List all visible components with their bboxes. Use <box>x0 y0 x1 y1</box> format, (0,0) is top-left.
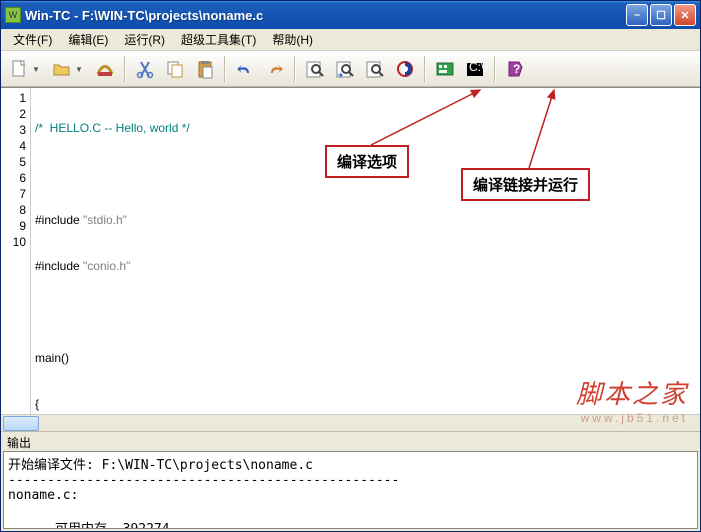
line-gutter: 1 2 3 4 5 6 7 8 9 10 <box>1 88 31 414</box>
findnext-button[interactable] <box>331 55 359 83</box>
cut-button[interactable] <box>131 55 159 83</box>
window-title: Win-TC - F:\WIN-TC\projects\noname.c <box>25 8 626 23</box>
output-panel[interactable]: 开始编译文件: F:\WIN-TC\projects\noname.c ----… <box>3 451 698 529</box>
line-number: 9 <box>1 218 26 234</box>
close-button[interactable]: ✕ <box>674 4 696 26</box>
line-number: 2 <box>1 106 26 122</box>
code-text: "conio.h" <box>83 259 130 273</box>
compile-run-button[interactable]: C:\ <box>461 55 489 83</box>
maximize-button[interactable]: ☐ <box>650 4 672 26</box>
svg-text:?: ? <box>513 62 520 76</box>
line-number: 6 <box>1 170 26 186</box>
editor-area: 1 2 3 4 5 6 7 8 9 10 /* HELLO.C -- Hello… <box>1 87 700 414</box>
undo-button[interactable] <box>231 55 259 83</box>
line-number: 3 <box>1 122 26 138</box>
title-bar[interactable]: W Win-TC - F:\WIN-TC\projects\noname.c –… <box>1 1 700 29</box>
separator <box>124 56 126 82</box>
app-window: W Win-TC - F:\WIN-TC\projects\noname.c –… <box>0 0 701 532</box>
scrollbar-thumb[interactable] <box>3 416 39 431</box>
asm-button[interactable] <box>431 55 459 83</box>
code-text: #include <box>35 213 83 227</box>
separator <box>494 56 496 82</box>
help-button[interactable]: ? <box>501 55 529 83</box>
code-text: #include <box>35 259 83 273</box>
line-number: 8 <box>1 202 26 218</box>
paste-button[interactable] <box>191 55 219 83</box>
separator <box>224 56 226 82</box>
separator <box>424 56 426 82</box>
menu-run[interactable]: 运行(R) <box>116 29 173 50</box>
code-text: /* HELLO.C -- Hello, world */ <box>35 121 190 135</box>
svg-text:C:\: C:\ <box>469 60 485 74</box>
line-number: 10 <box>1 234 26 250</box>
separator <box>294 56 296 82</box>
code-text: main() <box>35 351 69 365</box>
new-button[interactable] <box>5 55 33 83</box>
save-button[interactable] <box>91 55 119 83</box>
code-editor[interactable]: /* HELLO.C -- Hello, world */ #include "… <box>31 88 700 414</box>
menu-edit[interactable]: 编辑(E) <box>60 29 116 50</box>
dropdown-icon[interactable]: ▼ <box>32 65 42 74</box>
dropdown-icon[interactable]: ▼ <box>75 65 85 74</box>
callout-compile-options: 编译选项 <box>325 145 409 178</box>
line-number: 1 <box>1 90 26 106</box>
line-number: 5 <box>1 154 26 170</box>
line-number: 4 <box>1 138 26 154</box>
minimize-button[interactable]: – <box>626 4 648 26</box>
copy-button[interactable] <box>161 55 189 83</box>
menu-bar: 文件(F) 编辑(E) 运行(R) 超级工具集(T) 帮助(H) <box>1 29 700 51</box>
toolbar: ▼ ▼ C:\ ? <box>1 51 700 87</box>
line-number: 7 <box>1 186 26 202</box>
menu-file[interactable]: 文件(F) <box>5 29 60 50</box>
open-button[interactable] <box>48 55 76 83</box>
compile-options-button[interactable] <box>391 55 419 83</box>
app-icon: W <box>5 7 21 23</box>
menu-tools[interactable]: 超级工具集(T) <box>173 29 264 50</box>
code-text: { <box>35 397 39 411</box>
redo-button[interactable] <box>261 55 289 83</box>
callout-compile-run: 编译链接并运行 <box>461 168 590 201</box>
output-panel-label: 输出 <box>1 431 700 451</box>
horizontal-scrollbar[interactable] <box>1 414 700 431</box>
replace-button[interactable] <box>361 55 389 83</box>
find-button[interactable] <box>301 55 329 83</box>
menu-help[interactable]: 帮助(H) <box>264 29 321 50</box>
code-text: "stdio.h" <box>83 213 127 227</box>
